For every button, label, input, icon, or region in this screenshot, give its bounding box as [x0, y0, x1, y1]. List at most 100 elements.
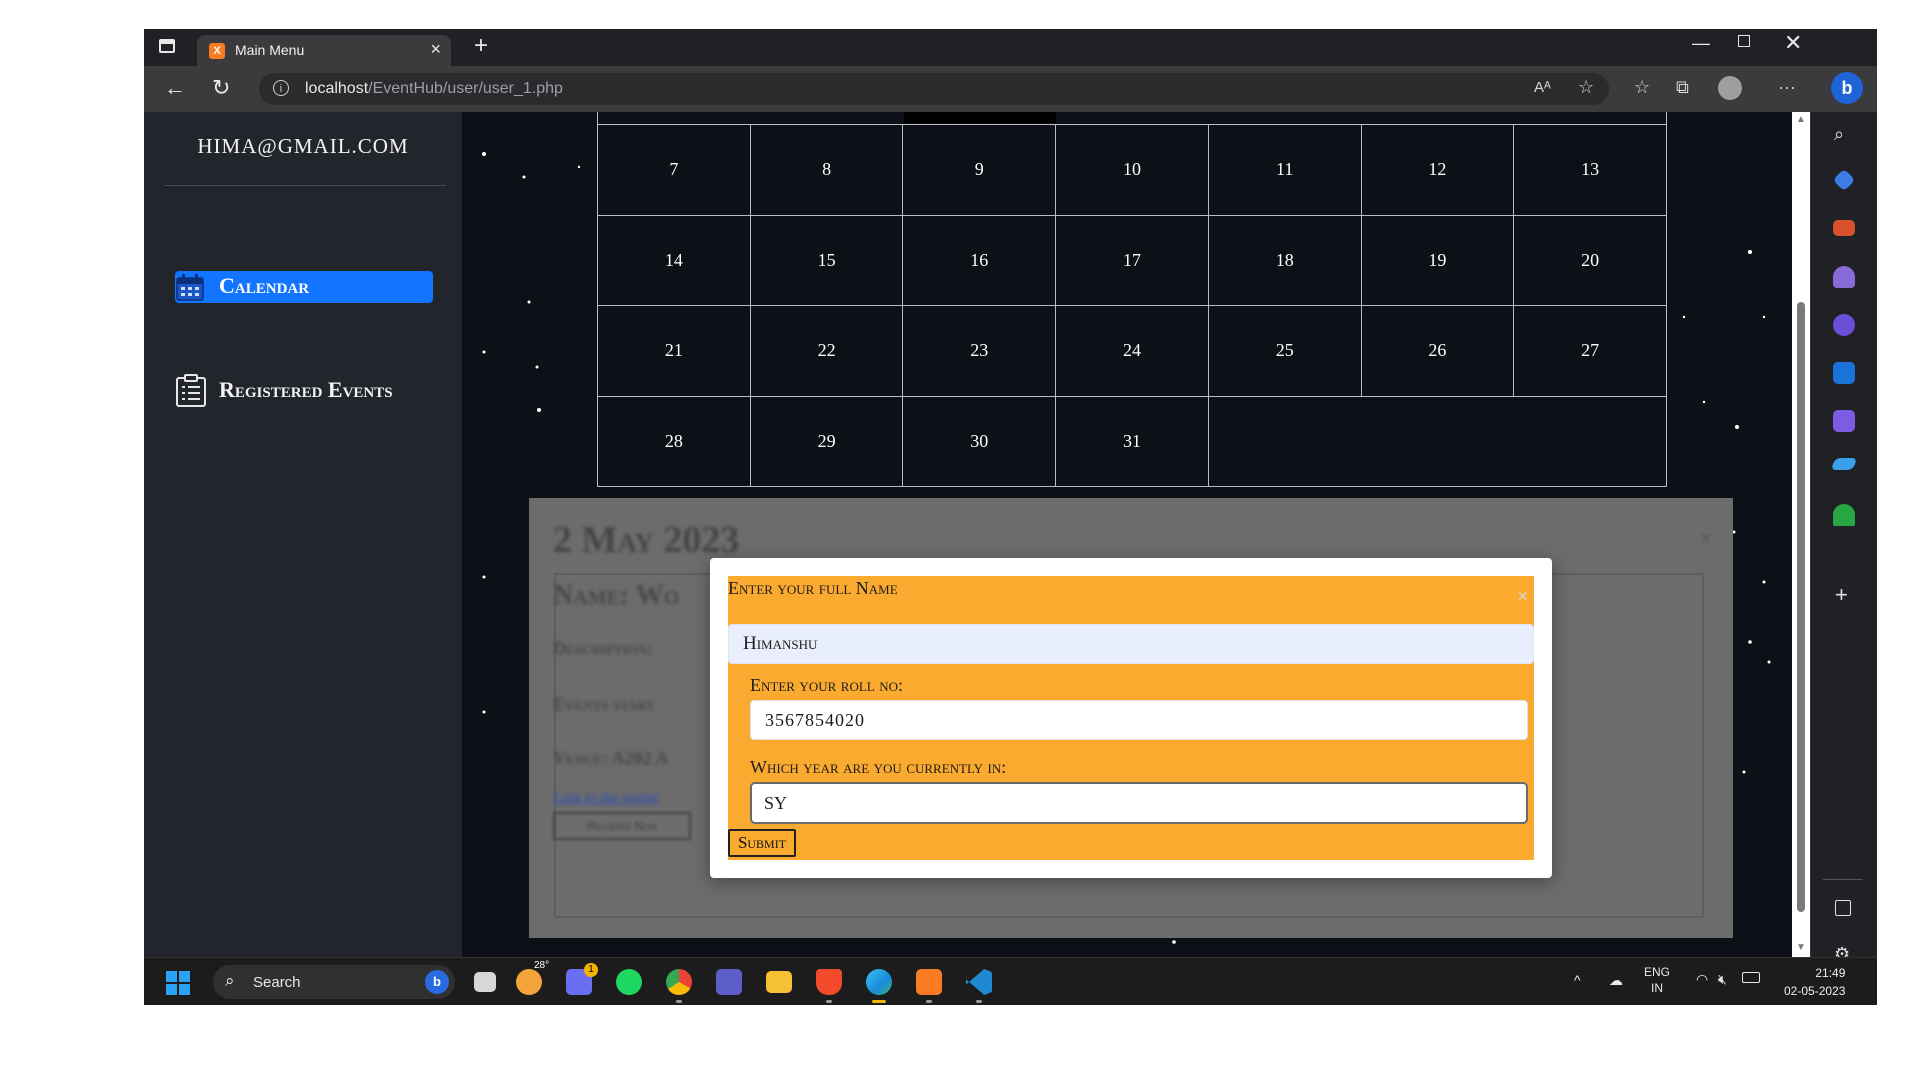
- site-info-icon[interactable]: i: [273, 80, 289, 96]
- close-window-icon[interactable]: ✕: [1784, 30, 1802, 56]
- tab-title: Main Menu: [235, 42, 305, 58]
- task-view-icon[interactable]: [474, 972, 496, 992]
- full-name-input[interactable]: Himanshu: [728, 624, 1534, 664]
- scroll-up-icon[interactable]: ▲: [1796, 114, 1806, 125]
- calendar-day-cell[interactable]: 21: [598, 306, 751, 397]
- favorites-icon[interactable]: ☆: [1634, 77, 1650, 98]
- xampp-icon[interactable]: [916, 969, 942, 995]
- sidebar-item-registered-events[interactable]: Registered Events: [175, 374, 433, 444]
- add-favorite-icon[interactable]: ☆: [1578, 77, 1594, 98]
- wifi-icon[interactable]: ◠: [1696, 971, 1708, 988]
- calendar-day-cell[interactable]: 28: [598, 396, 751, 487]
- calendar-day-cell[interactable]: 31: [1056, 396, 1209, 487]
- sidebar-item-label: Registered Events: [219, 377, 393, 402]
- bing-icon[interactable]: b: [425, 970, 449, 994]
- event-name: Name: Wo: [553, 580, 680, 611]
- scroll-down-icon[interactable]: ▼: [1796, 942, 1806, 953]
- calendar-day-cell[interactable]: 27: [1514, 306, 1667, 397]
- calendar-day-cell[interactable]: 17: [1056, 215, 1209, 306]
- taskbar-clock[interactable]: 21:49 02-05-2023: [1784, 964, 1845, 1000]
- calendar-day-cell[interactable]: 25: [1208, 306, 1362, 397]
- designer-icon[interactable]: [1833, 410, 1855, 432]
- weather-icon[interactable]: [516, 969, 542, 995]
- read-aloud-icon[interactable]: Aᴬ: [1534, 79, 1551, 96]
- calendar-day-cell[interactable]: 10: [1056, 125, 1209, 216]
- file-explorer-icon[interactable]: [766, 971, 792, 993]
- calendar-day-cell[interactable]: 7: [598, 125, 751, 216]
- calendar-day-cell[interactable]: 12: [1361, 125, 1515, 216]
- volume-muted-icon[interactable]: 🔇︎: [1718, 971, 1727, 988]
- search-icon[interactable]: ⌕: [1834, 124, 1844, 145]
- taskbar-search-placeholder: Search: [253, 974, 301, 991]
- register-now-button[interactable]: Register Now: [553, 812, 691, 840]
- calendar-day-cell[interactable]: 24: [1056, 306, 1209, 397]
- brave-icon[interactable]: [816, 969, 842, 995]
- collections-icon[interactable]: ⧉: [1676, 77, 1689, 98]
- sidebar: HIMA@GMAIL.COM Calendar Registered Event…: [144, 112, 462, 957]
- year-label: Which year are you currently in:: [750, 757, 1007, 777]
- chrome-icon[interactable]: [666, 969, 692, 995]
- restore-icon[interactable]: [1738, 35, 1750, 47]
- calendar-day-cell[interactable]: 8: [750, 125, 904, 216]
- url-bar[interactable]: i localhost/EventHub/user/user_1.php: [259, 73, 1609, 105]
- show-hidden-icons-icon[interactable]: ^: [1574, 972, 1581, 988]
- shopping-tag-icon[interactable]: [1832, 168, 1856, 192]
- calendar-day-cell[interactable]: 14: [598, 215, 751, 306]
- teams-icon[interactable]: [716, 969, 742, 995]
- refresh-icon[interactable]: ↻: [212, 75, 230, 101]
- roll-no-label: Enter your roll no:: [750, 675, 903, 695]
- event-poster-link[interactable]: Link to the poster: [553, 790, 659, 807]
- bing-copilot-icon[interactable]: b: [1831, 72, 1863, 104]
- calendar-day-cell[interactable]: 11: [1208, 125, 1362, 216]
- outlook-icon[interactable]: [1833, 362, 1855, 384]
- weather-temp: 28°: [534, 960, 550, 971]
- tree-icon[interactable]: [1833, 504, 1855, 526]
- taskbar-search[interactable]: ⌕ Search b: [213, 965, 455, 999]
- calendar-day-cell[interactable]: 13: [1514, 125, 1667, 216]
- calendar-day-cell[interactable]: 22: [750, 306, 904, 397]
- calendar-day-cell[interactable]: 15: [750, 215, 904, 306]
- language-code: ENG: [1644, 965, 1671, 979]
- games-icon[interactable]: [1833, 266, 1855, 288]
- calendar-day-cell[interactable]: 16: [903, 215, 1057, 306]
- calendar-day-cell[interactable]: 30: [903, 396, 1057, 487]
- scrollbar-thumb[interactable]: [1797, 302, 1805, 912]
- tab-actions-icon[interactable]: [159, 39, 175, 53]
- calendar-day-cell[interactable]: 23: [903, 306, 1057, 397]
- new-tab-icon[interactable]: +: [474, 32, 488, 60]
- year-input[interactable]: SY: [750, 782, 1528, 824]
- language-indicator[interactable]: ENG IN: [1644, 964, 1670, 996]
- page-scrollbar[interactable]: ▲ ▼: [1792, 112, 1810, 957]
- hide-sidebar-icon[interactable]: [1835, 900, 1851, 916]
- tab-close-icon[interactable]: ×: [430, 39, 441, 60]
- sidebar-item-calendar[interactable]: Calendar: [175, 271, 433, 303]
- microsoft-365-icon[interactable]: [1833, 314, 1855, 336]
- submit-button[interactable]: Submit: [728, 829, 796, 857]
- more-menu-icon[interactable]: ···: [1778, 77, 1796, 98]
- calendar-day-cell[interactable]: 9: [903, 125, 1057, 216]
- calendar-day-cell[interactable]: 18: [1208, 215, 1362, 306]
- event-close-icon[interactable]: ×: [1700, 528, 1711, 549]
- url-text[interactable]: localhost/EventHub/user/user_1.php: [305, 80, 563, 98]
- running-indicator: [676, 1000, 682, 1003]
- browser-tab[interactable]: X Main Menu ×: [197, 35, 451, 66]
- back-icon[interactable]: ←: [164, 75, 186, 101]
- calendar-day-cell[interactable]: 29: [750, 396, 904, 487]
- onedrive-icon[interactable]: ☁: [1609, 972, 1623, 989]
- xampp-favicon-icon: X: [209, 43, 225, 59]
- add-sidebar-app-icon[interactable]: +: [1835, 582, 1848, 608]
- spotify-icon[interactable]: [616, 969, 642, 995]
- close-modal-icon[interactable]: ×: [1517, 586, 1528, 607]
- edge-icon[interactable]: [866, 969, 892, 995]
- minimize-icon[interactable]: —: [1692, 33, 1710, 54]
- battery-icon[interactable]: [1742, 972, 1760, 983]
- vscode-icon[interactable]: [966, 969, 992, 995]
- calendar-day-cell[interactable]: 19: [1361, 215, 1515, 306]
- calendar-day-cell[interactable]: 20: [1514, 215, 1667, 306]
- tools-briefcase-icon[interactable]: [1833, 220, 1855, 236]
- drop-icon[interactable]: [1830, 458, 1858, 470]
- profile-avatar[interactable]: [1718, 76, 1742, 100]
- roll-no-input[interactable]: 3567854020: [750, 700, 1528, 740]
- windows-start-icon[interactable]: [166, 971, 190, 995]
- calendar-day-cell[interactable]: 26: [1361, 306, 1515, 397]
